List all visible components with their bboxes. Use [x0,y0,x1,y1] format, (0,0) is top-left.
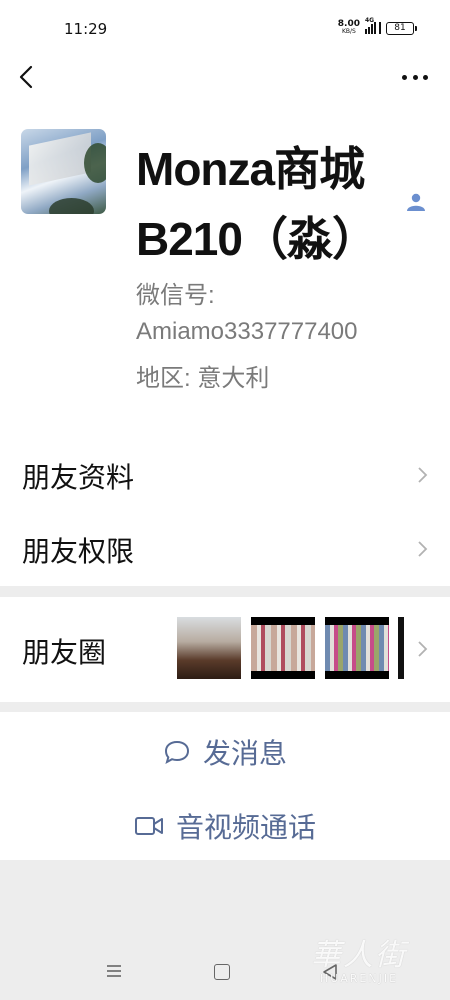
avatar[interactable] [21,129,106,214]
moments-thumbnail [325,617,389,679]
battery-icon: 81 [386,21,417,35]
moments-thumbnail [251,617,315,679]
menu-item-friend-info[interactable]: 朋友资料 [0,438,450,512]
send-message-label: 发消息 [202,737,287,770]
contact-person-icon [407,193,425,211]
chevron-right-icon [418,467,428,483]
profile-name: Monza商城B210（淼） [136,143,378,265]
av-call-label: 音视频通话 [175,811,316,844]
region: 地区: 意大利 [136,358,269,393]
actions-panel: 发消息 音视频通话 [0,712,450,860]
chevron-right-icon [418,641,428,657]
signal-icon: 4G [365,17,381,34]
region-label: 地区: [136,365,191,392]
region-value: 意大利 [197,365,270,392]
wechat-id-value: Amiamo3337777400 [136,318,358,345]
more-dots-icon [402,74,407,80]
send-message-button[interactable]: 发消息 [0,722,450,782]
home-icon[interactable] [214,964,230,980]
status-time: 11:29 [64,20,108,38]
menu-item-moments[interactable]: 朋友圈 [0,597,450,702]
chat-bubble-icon [164,740,189,765]
network-speed: 8.00 KB/S [337,19,360,36]
chevron-left-icon [19,65,33,89]
moments-thumbnail [398,617,404,679]
top-nav [0,58,450,96]
watermark-logo: 華人街 HUARENJIE [311,938,407,985]
more-button[interactable] [402,68,428,86]
wechat-id: 微信号: Amiamo3337777400 [136,278,436,350]
wechat-id-label: 微信号: [136,282,215,309]
moments-label: 朋友圈 [22,636,107,669]
friend-permissions-label: 朋友权限 [22,535,135,568]
profile-card: Monza商城B210（淼） 微信号: Amiamo3337777400 地区:… [0,96,450,438]
moments-thumbnail [177,617,241,679]
menu-item-friend-permissions[interactable]: 朋友权限 [0,512,450,586]
friend-menu: 朋友资料 朋友权限 [0,438,450,586]
status-indicators: 8.00 KB/S 4G 81 [337,17,417,36]
video-camera-icon [134,817,163,835]
friend-info-label: 朋友资料 [22,461,135,494]
back-button[interactable] [14,62,40,92]
menu-icon[interactable] [106,964,122,978]
chevron-right-icon [418,541,428,557]
av-call-button[interactable]: 音视频通话 [0,796,450,856]
status-bar: 11:29 8.00 KB/S 4G 81 [0,0,450,58]
